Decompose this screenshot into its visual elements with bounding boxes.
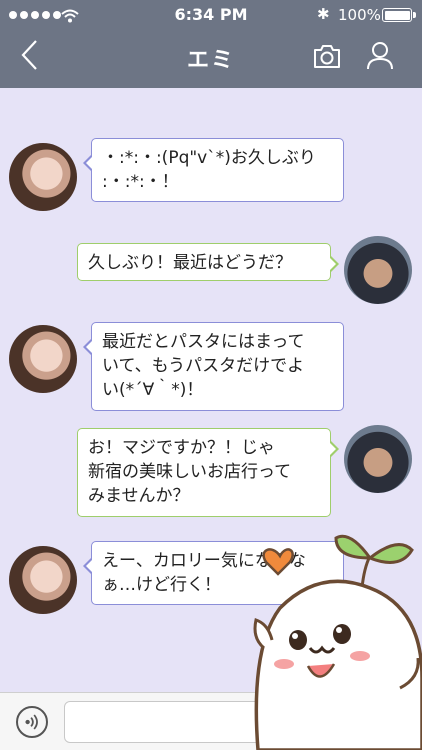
message-bubble-received: 最近だとパスタにはまって いて、もうパスタだけでよ い(*´∀｀*)！ — [83, 322, 344, 411]
mascot-sticker — [253, 534, 422, 750]
avatar-emi[interactable] — [9, 546, 77, 614]
avatar-emi[interactable] — [9, 143, 77, 211]
avatar-emi[interactable] — [9, 325, 77, 393]
avatar-me[interactable] — [344, 236, 412, 304]
chat-title: エミ — [186, 48, 235, 73]
top-bar: 6:34 PM ✱ 100% エミ — [0, 0, 422, 88]
heart-icon — [262, 548, 294, 576]
voice-icon[interactable] — [16, 706, 48, 738]
status-bar: 6:34 PM ✱ 100% — [0, 0, 422, 30]
battery-percent: 100% — [338, 6, 381, 24]
message-bubble-sent: お！マジですか？！じゃ 新宿の美味しいお店行って みませんか？ — [77, 428, 339, 517]
message-bubble-sent: 久しぶり！最近はどうだ？ — [77, 243, 339, 281]
message-bubble-received: ・:*:・:(Pq"v`*)お久しぶり :・:*:・！ — [83, 138, 344, 202]
bluetooth-icon: ✱ — [317, 5, 330, 23]
camera-icon[interactable] — [312, 42, 342, 70]
battery-icon — [382, 8, 416, 22]
avatar-me[interactable] — [344, 425, 412, 493]
user-icon[interactable] — [365, 40, 395, 70]
